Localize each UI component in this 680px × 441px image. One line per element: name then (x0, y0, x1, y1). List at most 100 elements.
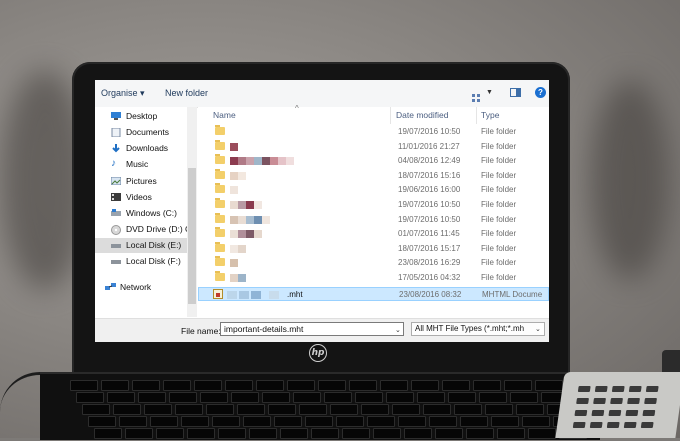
redacted-name-block (269, 290, 279, 299)
redacted-name-block (286, 157, 294, 166)
column-header-date[interactable]: Date modified (396, 107, 448, 124)
new-folder-button[interactable]: New folder (165, 88, 208, 98)
table-row[interactable]: 18/07/2016 15:17 File folder (198, 241, 549, 257)
folder-type: File folder (481, 200, 517, 209)
nav-item-downloads[interactable]: Downloads (95, 141, 187, 156)
nav-item-label: Pictures (126, 176, 157, 186)
keyboard-key (94, 428, 122, 439)
calculator-key (644, 398, 657, 404)
table-row[interactable]: 19/06/2016 16:00 File folder (198, 183, 549, 198)
documents-icon (111, 127, 121, 138)
folder-icon (215, 125, 225, 135)
nav-item-desktop[interactable]: Desktop (95, 109, 187, 124)
keyboard-key (392, 404, 420, 415)
table-row[interactable]: 01/07/2016 11:45 File folder (198, 227, 549, 242)
file-name-dropdown-icon[interactable]: ⌄ (395, 326, 401, 334)
column-header-type[interactable]: Type (481, 107, 499, 124)
redacted-name-block (246, 215, 254, 224)
keyboard-key (442, 380, 470, 391)
folder-icon (215, 198, 225, 208)
calculator-key (574, 410, 588, 416)
redacted-name-block (230, 171, 238, 180)
table-row[interactable]: 11/01/2016 21:27 File folder (198, 139, 549, 155)
keyboard-key (367, 416, 395, 427)
keyboard-key (336, 416, 364, 427)
redacted-name-block (230, 157, 238, 166)
table-row-selected[interactable]: .mht 23/08/2016 08:32 MHTML Docume (198, 286, 549, 302)
table-row[interactable]: 04/08/2016 12:49 File folder (198, 154, 549, 169)
table-row[interactable]: 19/07/2016 10:50 File folder (198, 198, 549, 213)
file-list[interactable]: ^ Name Date modified Type 19/07/2016 10:… (198, 104, 549, 317)
folder-icon (215, 256, 225, 267)
table-row[interactable]: 17/05/2016 04:32 File folder (198, 271, 549, 286)
file-type-select[interactable]: All MHT File Types (*.mht;*.mh (411, 322, 545, 336)
keyboard-key (361, 404, 389, 415)
dialog-toolbar: Organise ▾ New folder ▼ ? (95, 80, 549, 108)
table-row[interactable]: 19/07/2016 10:50 File folder (198, 125, 549, 140)
table-row[interactable]: 19/07/2016 10:50 File folder (198, 212, 549, 228)
keyboard-key (318, 380, 346, 391)
folder-date: 19/06/2016 16:00 (398, 185, 461, 195)
redacted-name-block (238, 201, 246, 209)
keyboard-key (417, 392, 445, 403)
folder-date: 18/07/2016 15:17 (398, 243, 461, 253)
redacted-name-block (238, 244, 246, 253)
keyboard-key (212, 416, 240, 427)
nav-item-music[interactable]: ♪ Music (95, 157, 187, 172)
nav-item-documents[interactable]: Documents (95, 125, 187, 140)
redacted-name-block (230, 259, 238, 268)
preview-pane-icon[interactable] (510, 88, 521, 97)
nav-item-label: Music (126, 159, 149, 169)
table-row[interactable]: 23/08/2016 16:29 File folder (198, 256, 549, 271)
column-divider[interactable] (476, 107, 477, 124)
redacted-name-block (254, 157, 262, 166)
view-dropdown-icon[interactable]: ▼ (486, 89, 493, 96)
help-icon[interactable]: ? (535, 87, 546, 98)
keyboard-key (522, 416, 550, 427)
column-divider[interactable] (390, 107, 391, 124)
calculator-key (577, 386, 591, 392)
folder-icon (215, 154, 225, 165)
redacted-name-block (227, 290, 237, 299)
network-icon (105, 283, 116, 291)
folder-date: 18/07/2016 15:16 (398, 170, 461, 180)
nav-item-local-disk-e[interactable]: Local Disk (E:) (95, 238, 187, 253)
keyboard-key (491, 416, 519, 427)
view-options-icon[interactable] (472, 89, 480, 102)
nav-item-local-disk-f[interactable]: Local Disk (F:) (95, 254, 187, 269)
redacted-name-block (230, 142, 238, 151)
pictures-icon (110, 176, 122, 186)
file-date: 23/08/2016 08:32 (399, 289, 462, 299)
calculator-key (610, 398, 623, 404)
calculator-key (640, 422, 654, 428)
redacted-name-block (262, 157, 270, 166)
keyboard-key (194, 380, 222, 391)
folder-date: 01/07/2016 11:45 (398, 229, 460, 239)
redacted-name-block (254, 201, 262, 209)
nav-item-dvd-drive[interactable]: DVD Drive (D:) C (95, 222, 191, 237)
nav-item-label: DVD Drive (D:) C (126, 224, 192, 234)
nav-item-network[interactable]: Network (95, 280, 187, 295)
keyboard-key (175, 404, 203, 415)
table-row[interactable]: 18/07/2016 15:16 File folder (198, 168, 549, 184)
organise-button[interactable]: Organise ▾ (101, 88, 145, 99)
navigation-pane[interactable]: Desktop Documents Downloads ♪ Music Pict… (95, 107, 191, 317)
keyboard-key (200, 392, 228, 403)
keyboard-key (479, 392, 507, 403)
keyboard-key (398, 416, 426, 427)
keyboard-key (423, 404, 451, 415)
column-header-name[interactable]: Name (213, 107, 236, 124)
nav-item-windows-c[interactable]: Windows (C:) (95, 206, 187, 221)
nav-scrollbar-thumb[interactable] (188, 168, 196, 304)
keyboard-key (429, 416, 457, 427)
nav-item-videos[interactable]: Videos (95, 190, 187, 205)
file-name-input[interactable]: important-details.mht (220, 322, 404, 336)
nav-item-pictures[interactable]: Pictures (95, 174, 187, 189)
keyboard-key (497, 428, 525, 439)
keyboard-key (305, 416, 333, 427)
file-type-chevron-down-icon[interactable]: ⌄ (535, 325, 541, 333)
redacted-name-block (230, 274, 238, 282)
keyboard-key (125, 428, 153, 439)
redacted-name-block (270, 157, 278, 166)
keyboard-key (163, 380, 191, 391)
